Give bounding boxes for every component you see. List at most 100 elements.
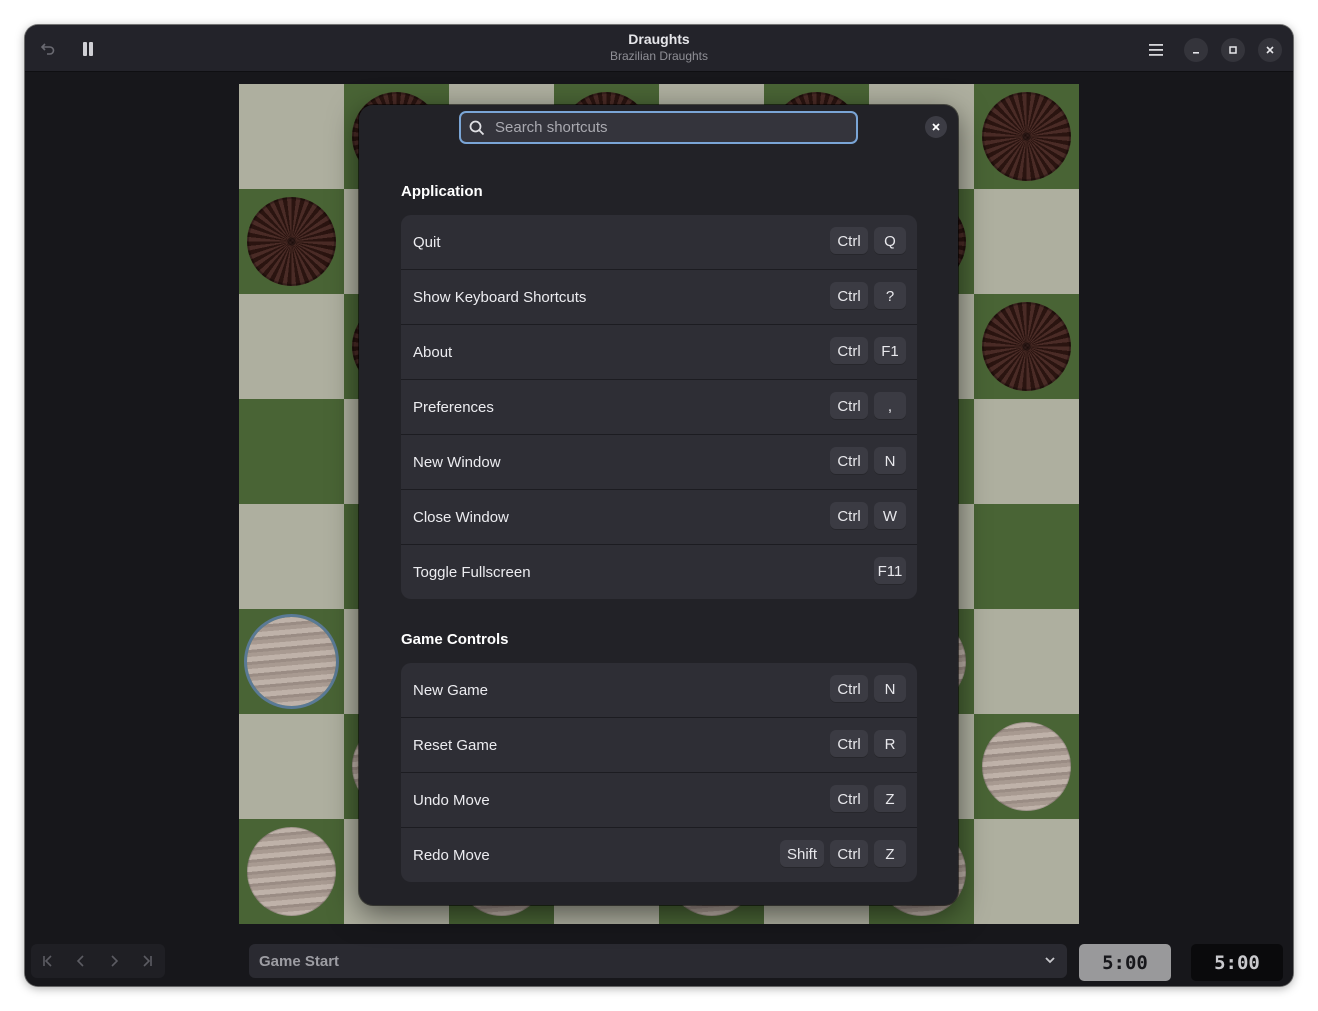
keycap: F1	[874, 337, 906, 365]
shortcut-label: New Game	[413, 681, 489, 699]
player1-clock: 5:00	[1079, 944, 1171, 981]
keycap: ?	[874, 282, 906, 310]
shortcut-keys: Ctrl W	[830, 502, 906, 530]
board-square[interactable]	[974, 84, 1079, 189]
shortcut-keys: Ctrl?	[830, 282, 906, 310]
keycap: Ctrl	[830, 447, 868, 475]
board-square[interactable]	[239, 84, 344, 189]
keycap: Ctrl	[830, 502, 868, 530]
shortcut-row: Toggle Fullscreen F11	[401, 545, 917, 599]
player2-clock: 5:00	[1191, 944, 1283, 981]
window-subtitle: Brazilian Draughts	[609, 49, 709, 63]
keycap: Ctrl	[830, 840, 868, 868]
keycap: Z	[874, 785, 906, 813]
board-square[interactable]	[974, 504, 1079, 609]
search-field[interactable]	[459, 111, 858, 144]
go-next-icon[interactable]	[97, 944, 130, 978]
keycap: R	[874, 730, 906, 758]
shortcut-keys: Ctrl N	[830, 447, 906, 475]
board-square[interactable]	[239, 189, 344, 294]
keycap: Ctrl	[830, 785, 868, 813]
keycap: F11	[874, 557, 906, 585]
shortcut-row: Redo Move Shift Ctrl Z	[401, 828, 917, 882]
bottom-bar: Game Start 5:00 5:00	[25, 944, 1293, 986]
shortcut-keys: F11	[874, 557, 906, 585]
go-last-icon[interactable]	[130, 944, 163, 978]
keycap: Ctrl	[830, 227, 868, 255]
keycap: ,	[874, 392, 906, 420]
history-nav	[31, 944, 165, 978]
close-button[interactable]	[1258, 38, 1282, 62]
keyboard-shortcuts-dialog: Application QuitCtrlQShow Keyboard Short…	[359, 105, 958, 905]
board-square[interactable]	[974, 189, 1079, 294]
shortcut-label: Redo Move	[413, 846, 490, 864]
keycap: Ctrl	[830, 392, 868, 420]
shortcut-keys: Ctrl Q	[830, 227, 906, 255]
search-icon	[469, 120, 485, 135]
shortcut-keys: Ctrl F1	[830, 337, 906, 365]
shortcut-keys: Ctrl N	[830, 675, 906, 703]
search-input[interactable]	[493, 118, 837, 137]
shortcut-label: Reset Game	[413, 736, 498, 754]
dialog-close-button[interactable]	[925, 116, 947, 138]
chevron-down-icon	[1043, 953, 1057, 971]
close-icon	[932, 123, 940, 131]
board-square[interactable]	[239, 399, 344, 504]
shortcut-row: Close Window Ctrl W	[401, 490, 917, 545]
maximize-button[interactable]	[1221, 38, 1245, 62]
board-square[interactable]	[974, 609, 1079, 714]
shortcut-label: Toggle Fullscreen	[413, 563, 531, 581]
board-square[interactable]	[239, 609, 344, 714]
shortcut-label: Close Window	[413, 508, 509, 526]
window-title: Draughts	[628, 31, 690, 47]
shortcut-label: New Window	[413, 453, 501, 471]
shortcut-keys: Ctrl,	[830, 392, 906, 420]
shortcut-row: Reset Game Ctrl R	[401, 718, 917, 773]
board-square[interactable]	[974, 819, 1079, 924]
shortcut-row: Undo Move Ctrl Z	[401, 773, 917, 828]
black-piece[interactable]	[247, 197, 336, 286]
move-history-value: Game Start	[259, 952, 340, 970]
board-square[interactable]	[239, 714, 344, 819]
shortcut-keys: Ctrl R	[830, 730, 906, 758]
hamburger-menu-icon[interactable]	[1144, 38, 1168, 62]
shortcut-keys: Ctrl Z	[830, 785, 906, 813]
shortcut-row: About Ctrl F1	[401, 325, 917, 380]
shortcut-label: Quit	[413, 233, 441, 251]
shortcut-row: Preferences Ctrl,	[401, 380, 917, 435]
shortcut-row: Quit Ctrl Q	[401, 215, 917, 270]
board-square[interactable]	[239, 504, 344, 609]
shortcut-label: About	[413, 343, 453, 361]
board-square[interactable]	[974, 714, 1079, 819]
board-square[interactable]	[239, 819, 344, 924]
keycap: Ctrl	[830, 282, 868, 310]
board-square[interactable]	[974, 399, 1079, 504]
board-square[interactable]	[974, 294, 1079, 399]
maximize-icon	[1229, 46, 1237, 54]
keycap: Ctrl	[830, 730, 868, 758]
window-title-box: Draughts Brazilian Draughts	[25, 31, 1293, 64]
keycap: N	[874, 675, 906, 703]
shortcut-label: Undo Move	[413, 791, 490, 809]
black-piece[interactable]	[982, 92, 1071, 181]
close-icon	[1266, 46, 1274, 54]
section-title-application: Application	[401, 183, 483, 200]
keycap: Q	[874, 227, 906, 255]
minimize-button[interactable]	[1184, 38, 1208, 62]
minimize-icon	[1193, 52, 1199, 54]
board-square[interactable]	[239, 294, 344, 399]
go-previous-icon[interactable]	[64, 944, 97, 978]
keycap: Shift	[780, 840, 824, 868]
keycap: N	[874, 447, 906, 475]
keycap: W	[874, 502, 906, 530]
shortcut-group-game-controls: New Game Ctrl N Reset Game Ctrl R Undo Move Ctr…	[401, 663, 917, 882]
white-piece[interactable]	[247, 827, 336, 916]
white-piece[interactable]	[247, 617, 336, 706]
move-history-dropdown[interactable]: Game Start	[249, 944, 1067, 978]
shortcut-group-application: Quit Ctrl Q Show Keyboard Shortcuts Ctrl? Abo…	[401, 215, 917, 599]
black-piece[interactable]	[982, 302, 1071, 391]
go-first-icon[interactable]	[31, 944, 64, 978]
shortcut-label: Preferences	[413, 398, 494, 416]
shortcut-row: New Window Ctrl N	[401, 435, 917, 490]
white-piece[interactable]	[982, 722, 1071, 811]
